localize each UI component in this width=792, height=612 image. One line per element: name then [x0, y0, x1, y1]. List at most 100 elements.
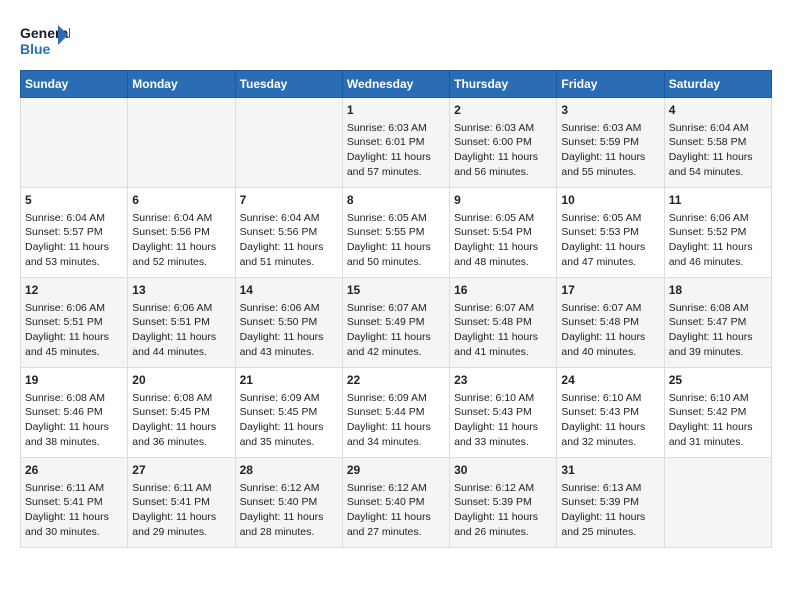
day-info: Daylight: 11 hours — [561, 150, 659, 165]
day-info: Sunset: 5:48 PM — [454, 315, 552, 330]
day-info: and 42 minutes. — [347, 345, 445, 360]
day-info: Daylight: 11 hours — [561, 330, 659, 345]
calendar-cell: 16Sunrise: 6:07 AMSunset: 5:48 PMDayligh… — [450, 278, 557, 368]
day-number: 8 — [347, 192, 445, 209]
day-number: 9 — [454, 192, 552, 209]
calendar-cell — [128, 98, 235, 188]
day-number: 15 — [347, 282, 445, 299]
calendar-cell — [235, 98, 342, 188]
page-header: General Blue — [20, 20, 772, 60]
day-info: Sunset: 5:51 PM — [25, 315, 123, 330]
day-info: Daylight: 11 hours — [347, 240, 445, 255]
day-info: and 46 minutes. — [669, 255, 767, 270]
day-info: Sunrise: 6:07 AM — [347, 301, 445, 316]
day-info: and 28 minutes. — [240, 525, 338, 540]
day-info: Sunrise: 6:04 AM — [25, 211, 123, 226]
day-number: 25 — [669, 372, 767, 389]
day-info: and 32 minutes. — [561, 435, 659, 450]
calendar-cell: 9Sunrise: 6:05 AMSunset: 5:54 PMDaylight… — [450, 188, 557, 278]
day-info: Daylight: 11 hours — [347, 330, 445, 345]
calendar-cell: 23Sunrise: 6:10 AMSunset: 5:43 PMDayligh… — [450, 368, 557, 458]
day-number: 3 — [561, 102, 659, 119]
day-number: 2 — [454, 102, 552, 119]
day-info: Daylight: 11 hours — [669, 150, 767, 165]
day-number: 5 — [25, 192, 123, 209]
day-number: 19 — [25, 372, 123, 389]
calendar-cell: 17Sunrise: 6:07 AMSunset: 5:48 PMDayligh… — [557, 278, 664, 368]
calendar-cell: 2Sunrise: 6:03 AMSunset: 6:00 PMDaylight… — [450, 98, 557, 188]
day-info: Sunset: 5:39 PM — [561, 495, 659, 510]
day-info: and 55 minutes. — [561, 165, 659, 180]
day-info: Sunrise: 6:03 AM — [561, 121, 659, 136]
day-info: and 52 minutes. — [132, 255, 230, 270]
weekday-sunday: Sunday — [21, 71, 128, 98]
day-info: Sunset: 5:57 PM — [25, 225, 123, 240]
day-number: 14 — [240, 282, 338, 299]
logo: General Blue — [20, 20, 70, 60]
calendar-cell: 18Sunrise: 6:08 AMSunset: 5:47 PMDayligh… — [664, 278, 771, 368]
calendar-cell: 12Sunrise: 6:06 AMSunset: 5:51 PMDayligh… — [21, 278, 128, 368]
calendar-cell — [21, 98, 128, 188]
day-info: Sunrise: 6:09 AM — [240, 391, 338, 406]
weekday-saturday: Saturday — [664, 71, 771, 98]
day-info: Sunset: 5:51 PM — [132, 315, 230, 330]
day-info: Sunrise: 6:11 AM — [25, 481, 123, 496]
day-info: and 36 minutes. — [132, 435, 230, 450]
calendar-cell: 14Sunrise: 6:06 AMSunset: 5:50 PMDayligh… — [235, 278, 342, 368]
day-number: 12 — [25, 282, 123, 299]
day-info: Sunrise: 6:04 AM — [132, 211, 230, 226]
weekday-thursday: Thursday — [450, 71, 557, 98]
day-info: Daylight: 11 hours — [669, 240, 767, 255]
day-info: Daylight: 11 hours — [132, 510, 230, 525]
calendar-week-row: 19Sunrise: 6:08 AMSunset: 5:46 PMDayligh… — [21, 368, 772, 458]
day-info: and 30 minutes. — [25, 525, 123, 540]
day-number: 18 — [669, 282, 767, 299]
calendar-cell: 5 Sunrise: 6:04 AMSunset: 5:57 PMDaylight… — [21, 188, 128, 278]
calendar-cell: 7Sunrise: 6:04 AMSunset: 5:56 PMDaylight… — [235, 188, 342, 278]
day-info: Sunrise: 6:03 AM — [454, 121, 552, 136]
day-info: Sunset: 6:00 PM — [454, 135, 552, 150]
day-info: Sunset: 5:40 PM — [347, 495, 445, 510]
day-info: Daylight: 11 hours — [25, 240, 123, 255]
day-info: Sunrise: 6:06 AM — [669, 211, 767, 226]
calendar-cell: 11Sunrise: 6:06 AMSunset: 5:52 PMDayligh… — [664, 188, 771, 278]
day-number: 1 — [347, 102, 445, 119]
day-info: and 48 minutes. — [454, 255, 552, 270]
day-number: 4 — [669, 102, 767, 119]
day-info: Daylight: 11 hours — [132, 330, 230, 345]
day-info: Daylight: 11 hours — [454, 330, 552, 345]
svg-text:Blue: Blue — [20, 41, 51, 57]
day-number: 6 — [132, 192, 230, 209]
day-info: Sunrise: 6:04 AM — [240, 211, 338, 226]
day-number: 27 — [132, 462, 230, 479]
calendar-cell: 27Sunrise: 6:11 AMSunset: 5:41 PMDayligh… — [128, 458, 235, 548]
day-info: Sunrise: 6:08 AM — [669, 301, 767, 316]
day-info: Daylight: 11 hours — [561, 240, 659, 255]
day-info: Sunrise: 6:10 AM — [454, 391, 552, 406]
calendar-cell: 1Sunrise: 6:03 AMSunset: 6:01 PMDaylight… — [342, 98, 449, 188]
day-number: 22 — [347, 372, 445, 389]
day-info: and 56 minutes. — [454, 165, 552, 180]
calendar-cell: 31Sunrise: 6:13 AMSunset: 5:39 PMDayligh… — [557, 458, 664, 548]
day-info: Sunrise: 6:08 AM — [25, 391, 123, 406]
weekday-wednesday: Wednesday — [342, 71, 449, 98]
day-info: and 31 minutes. — [669, 435, 767, 450]
calendar-cell: 4Sunrise: 6:04 AMSunset: 5:58 PMDaylight… — [664, 98, 771, 188]
day-info: Sunset: 5:54 PM — [454, 225, 552, 240]
day-info: Sunrise: 6:12 AM — [454, 481, 552, 496]
day-info: Sunrise: 6:12 AM — [347, 481, 445, 496]
day-number: 20 — [132, 372, 230, 389]
calendar-cell: 15Sunrise: 6:07 AMSunset: 5:49 PMDayligh… — [342, 278, 449, 368]
day-number: 23 — [454, 372, 552, 389]
day-info: and 57 minutes. — [347, 165, 445, 180]
day-info: Sunset: 6:01 PM — [347, 135, 445, 150]
day-info: Daylight: 11 hours — [347, 150, 445, 165]
day-info: and 41 minutes. — [454, 345, 552, 360]
day-number: 16 — [454, 282, 552, 299]
day-info: Daylight: 11 hours — [454, 510, 552, 525]
calendar-cell: 13Sunrise: 6:06 AMSunset: 5:51 PMDayligh… — [128, 278, 235, 368]
calendar-cell: 8Sunrise: 6:05 AMSunset: 5:55 PMDaylight… — [342, 188, 449, 278]
calendar-cell: 21Sunrise: 6:09 AMSunset: 5:45 PMDayligh… — [235, 368, 342, 458]
day-info: Daylight: 11 hours — [669, 330, 767, 345]
day-info: Sunrise: 6:07 AM — [561, 301, 659, 316]
